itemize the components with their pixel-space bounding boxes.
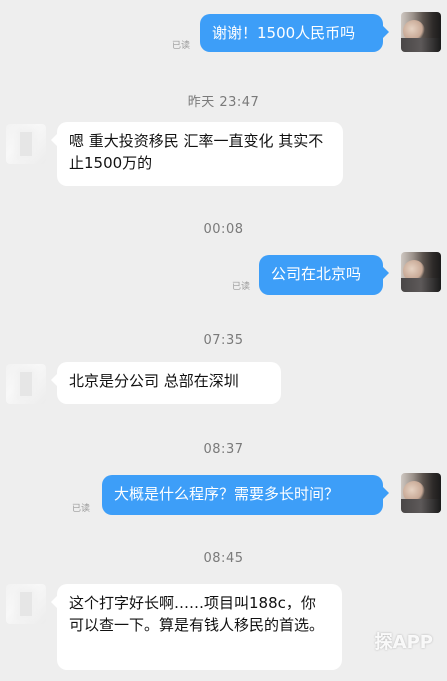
timestamp: 00:08 [203, 222, 244, 237]
user-avatar[interactable] [401, 252, 441, 292]
timestamp: 08:45 [203, 551, 244, 566]
read-receipt: 已读 [232, 282, 251, 292]
read-receipt: 已读 [172, 41, 191, 51]
chat-history[interactable]: 已读 谢谢！1500人民币吗 昨天 23:47 嗯 重大投资移民 汇率一直变化 … [0, 0, 447, 681]
contact-avatar[interactable] [6, 124, 46, 164]
message-bubble-incoming[interactable]: 这个打字好长啊……项目叫188c，你可以查一下。算是有钱人移民的首选。 [51, 584, 342, 670]
message-bubble-outgoing[interactable]: 大概是什么程序？需要多长时间？ [102, 475, 389, 515]
timestamp: 昨天 23:47 [187, 95, 260, 110]
message-bubble-outgoing[interactable]: 公司在北京吗 [259, 255, 389, 295]
watermark-logo: 探APP [374, 632, 433, 653]
contact-avatar[interactable] [6, 584, 46, 624]
contact-avatar[interactable] [6, 364, 46, 404]
timestamp: 07:35 [203, 333, 244, 348]
user-avatar[interactable] [401, 473, 441, 513]
user-avatar[interactable] [401, 12, 441, 52]
timestamp: 08:37 [203, 442, 244, 457]
message-bubble-incoming[interactable]: 嗯 重大投资移民 汇率一直变化 其实不止1500万的 [51, 122, 343, 186]
message-bubble-incoming[interactable]: 北京是分公司 总部在深圳 [51, 362, 281, 404]
read-receipt: 已读 [72, 504, 91, 514]
message-bubble-outgoing[interactable]: 谢谢！1500人民币吗 [200, 14, 389, 52]
